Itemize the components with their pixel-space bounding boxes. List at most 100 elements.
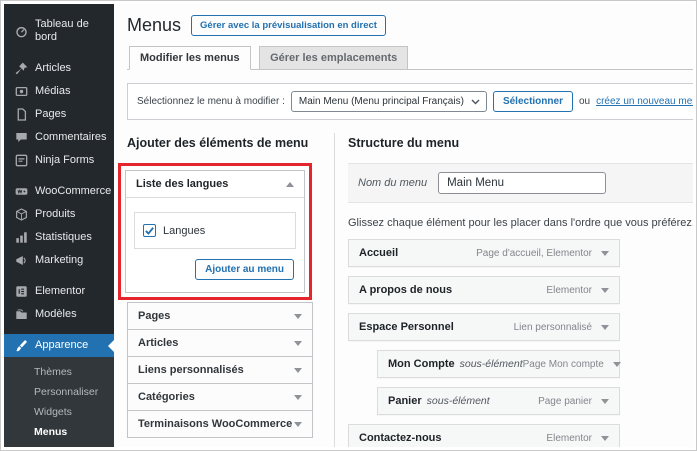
menu-item-type: Elementor (546, 432, 592, 444)
chevron-down-icon[interactable] (601, 287, 609, 293)
chevron-down-icon (294, 421, 302, 427)
menu-select-value: Main Menu (Menu principal Français) (298, 96, 464, 107)
menu-item-type: Elementor (546, 284, 592, 296)
select-menu-button[interactable]: Sélectionner (492, 91, 573, 112)
sidebar-separator (4, 172, 114, 180)
menu-item-type: Page d'accueil, Elementor (476, 247, 592, 259)
langues-checkbox-row[interactable]: Langues (143, 224, 287, 237)
sidebar-item-woocommerce[interactable]: WooCommerce (4, 180, 114, 203)
sidebar-item-label: Modèles (35, 308, 77, 320)
sidebar-item-medias[interactable]: Médias (4, 80, 114, 103)
templates-icon (15, 308, 28, 321)
sidebar-item-articles[interactable]: Articles (4, 57, 114, 80)
comment-icon (15, 131, 28, 144)
menu-items-list: Accueil Page d'accueil, Elementor A prop… (348, 239, 621, 447)
form-icon (15, 154, 28, 167)
menu-select-label: Sélectionnez le menu à modifier : (137, 96, 285, 107)
menu-structure-column: Structure du menu Nom du menu Glissez ch… (334, 133, 693, 447)
menu-item-accueil[interactable]: Accueil Page d'accueil, Elementor (348, 239, 620, 267)
sidebar-item-label: Commentaires (35, 131, 107, 143)
menu-item-title: Panier (388, 395, 422, 407)
accordion-liens-personnalises[interactable]: Liens personnalisés (127, 357, 313, 384)
chevron-down-icon (294, 367, 302, 373)
sidebar-separator (4, 326, 114, 334)
languages-panel-header[interactable]: Liste des langues (126, 171, 304, 198)
live-preview-button[interactable]: Gérer avec la prévisualisation en direct (191, 15, 386, 36)
structure-heading: Structure du menu (348, 136, 460, 150)
active-item-arrow (102, 339, 114, 352)
menu-item-title: Contactez-nous (359, 432, 442, 444)
chevron-down-icon[interactable] (601, 324, 609, 330)
sidebar-item-label: Produits (35, 208, 76, 220)
megaphone-icon (15, 254, 28, 267)
accordion-title: Terminaisons WooCommerce (138, 418, 293, 430)
add-items-heading: Ajouter des éléments de menu (127, 136, 309, 150)
sidebar-item-label: Apparence (35, 339, 89, 351)
checked-checkbox-icon[interactable] (143, 224, 156, 237)
menu-item-type: Page Mon compte (522, 358, 604, 370)
sidebar-item-apparence[interactable]: Apparence (4, 334, 114, 357)
menu-item-mon-compte[interactable]: Mon Compte sous-élément Page Mon compte (377, 350, 621, 378)
main-content: Menus Gérer avec la prévisualisation en … (114, 4, 693, 447)
sidebar-item-marketing[interactable]: Marketing (4, 249, 114, 272)
chevron-down-icon (294, 394, 302, 400)
accordion-categories[interactable]: Catégories (127, 384, 313, 411)
sidebar-item-label: Elementor (35, 285, 86, 297)
chevron-down-icon[interactable] (612, 361, 621, 367)
add-to-menu-button[interactable]: Ajouter au menu (195, 259, 294, 280)
accordion-title: Liens personnalisés (138, 364, 244, 376)
sidebar-item-ninja-forms[interactable]: Ninja Forms (4, 149, 114, 172)
menu-item-espace-personnel[interactable]: Espace Personnel Lien personnalisé (348, 313, 620, 341)
accordion-pages[interactable]: Pages (127, 302, 313, 330)
menu-name-input[interactable] (438, 172, 607, 194)
sidebar-item-modeles[interactable]: Modèles (4, 303, 114, 326)
dashboard-icon (15, 25, 28, 38)
tab-modifier-les-menus[interactable]: Modifier les menus (129, 46, 251, 70)
sidebar-item-label: Statistiques (35, 231, 92, 243)
chevron-down-icon[interactable] (601, 435, 609, 441)
menu-item-title: A propos de nous (359, 284, 453, 296)
create-new-menu-link[interactable]: créez un nouveau menu (596, 96, 693, 107)
add-menu-items-column: Ajouter des éléments de menu Liste des l… (118, 133, 324, 447)
menu-item-sub-label: sous-élément (426, 395, 490, 407)
menu-item-a-propos-de-nous[interactable]: A propos de nous Elementor (348, 276, 620, 304)
sidebar-item-commentaires[interactable]: Commentaires (4, 126, 114, 149)
chevron-down-icon (294, 313, 302, 319)
sidebar-subitem-personnaliser[interactable]: Personnaliser (4, 382, 114, 402)
accordion-list: Pages Articles Liens personnalisés Catég… (127, 302, 313, 438)
accordion-title: Catégories (138, 391, 195, 403)
chevron-down-icon[interactable] (601, 398, 609, 404)
accordion-terminaisons-woocommerce[interactable]: Terminaisons WooCommerce (127, 411, 313, 438)
red-annotation-box: Liste des langues Langues Ajouter au men… (118, 163, 312, 300)
brush-icon (15, 339, 28, 352)
menu-item-sub-label: sous-élément (459, 358, 523, 370)
menu-item-title: Accueil (359, 247, 399, 259)
chevron-down-icon[interactable] (601, 250, 609, 256)
accordion-articles[interactable]: Articles (127, 330, 313, 357)
sidebar-item-produits[interactable]: Produits (4, 203, 114, 226)
languages-list-box: Langues (134, 212, 296, 249)
sidebar-item-statistiques[interactable]: Statistiques (4, 226, 114, 249)
elementor-icon (15, 285, 28, 298)
menu-item-title: Espace Personnel (359, 321, 454, 333)
sidebar-item-label: WooCommerce (35, 185, 112, 197)
sidebar-item-label: Ninja Forms (35, 154, 95, 166)
menu-item-panier[interactable]: Panier sous-élément Page panier (377, 387, 620, 415)
sidebar-item-elementor[interactable]: Elementor (4, 280, 114, 303)
menu-select-dropdown[interactable]: Main Menu (Menu principal Français) (290, 91, 487, 112)
menu-select-bar: Sélectionnez le menu à modifier : Main M… (127, 83, 693, 120)
admin-sidebar: Tableau de bord Articles Médias Pages Co… (4, 4, 114, 447)
sidebar-subitem-starter-templates[interactable]: Starter Templates (4, 442, 114, 447)
sidebar-item-label: Médias (35, 85, 71, 97)
langues-checkbox-label: Langues (163, 224, 206, 237)
pin-icon (15, 62, 28, 75)
sidebar-subitem-widgets[interactable]: Widgets (4, 402, 114, 422)
sidebar-item-pages[interactable]: Pages (4, 103, 114, 126)
sidebar-item-tableau-de-bord[interactable]: Tableau de bord (4, 13, 114, 49)
bar-chart-icon (15, 231, 28, 244)
menu-item-contactez-nous[interactable]: Contactez-nous Elementor (348, 424, 620, 447)
tab-gerer-les-emplacements[interactable]: Gérer les emplacements (259, 46, 409, 70)
sidebar-subitem-menus[interactable]: Menus (4, 422, 114, 442)
drag-instruction-text: Glissez chaque élément pour les placer d… (348, 217, 693, 229)
sidebar-subitem-themes[interactable]: Thèmes (4, 362, 114, 382)
